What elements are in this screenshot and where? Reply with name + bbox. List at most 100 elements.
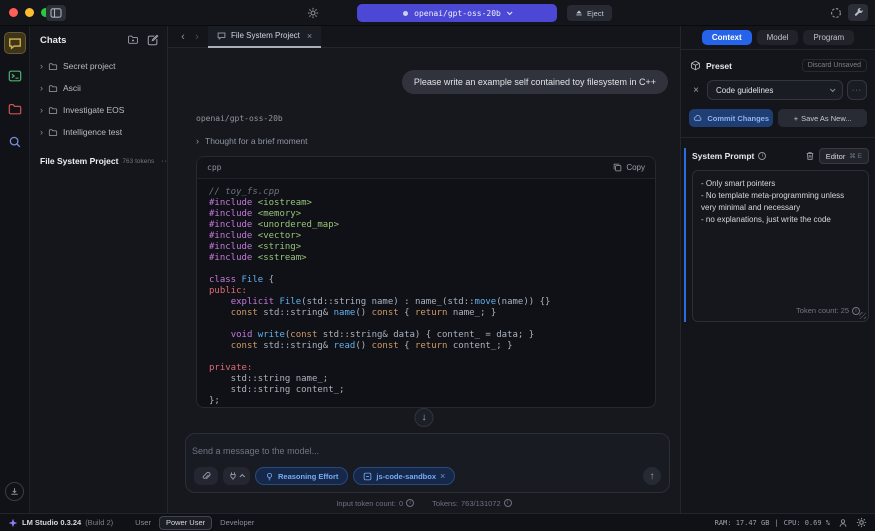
system-prompt-title: System Prompt	[692, 151, 754, 161]
lightbulb-icon	[265, 472, 274, 481]
wrench-tools-button[interactable]	[848, 4, 868, 21]
folder-label: Secret project	[63, 61, 115, 71]
sidebar-folder-investigate-eos[interactable]: › Investigate EOS	[36, 99, 161, 121]
lmstudio-logo-icon	[8, 518, 18, 528]
code-line: #include <iostream>	[209, 198, 643, 209]
sidebar-toggle-button[interactable]	[46, 5, 66, 21]
downloads-button[interactable]	[5, 482, 24, 501]
user-profile-icon[interactable]	[838, 518, 848, 528]
attach-file-button[interactable]	[194, 467, 218, 485]
nav-developer-button[interactable]	[4, 65, 26, 87]
remove-sandbox-icon[interactable]: ×	[440, 471, 445, 481]
chat-footer: Input token count: 0 i Tokens: 763/13107…	[168, 493, 680, 513]
copy-label: Copy	[626, 163, 645, 172]
system-prompt-footer: Token count: 25 i	[796, 306, 860, 315]
paperclip-icon	[201, 471, 211, 481]
info-icon: i	[758, 152, 766, 160]
tab-file-system-project[interactable]: File System Project ×	[208, 26, 321, 48]
save-as-new-button[interactable]: + Save As New...	[778, 109, 867, 127]
model-selector-label: openai/gpt-oss-20b	[414, 9, 501, 18]
code-line: class File {	[209, 275, 643, 286]
ram-usage: RAM: 17.47 GB	[715, 519, 770, 527]
thought-toggle[interactable]: › Thought for a brief moment	[196, 136, 668, 146]
settings-gear-icon[interactable]	[307, 7, 319, 19]
js-code-sandbox-pill[interactable]: js-code-sandbox ×	[353, 467, 455, 485]
plugins-button[interactable]	[223, 467, 250, 485]
message-input[interactable]	[192, 440, 663, 462]
new-chat-icon[interactable]	[147, 34, 159, 46]
system-prompt-header: System Prompt i Editor ⌘ E	[692, 148, 869, 164]
discard-unsaved-button[interactable]: Discard Unsaved	[802, 59, 867, 72]
tab-label: File System Project	[231, 31, 300, 40]
nav-back-icon[interactable]: ‹	[176, 31, 190, 43]
status-bar-right: RAM: 17.47 GB | CPU: 0.69 %	[715, 517, 867, 528]
terminal-icon	[8, 69, 22, 83]
chat-bubble-icon	[217, 31, 226, 40]
download-icon	[9, 486, 20, 497]
settings-gear-icon[interactable]	[856, 517, 867, 528]
trash-icon[interactable]	[805, 151, 815, 161]
model-selector[interactable]: openai/gpt-oss-20b	[357, 4, 557, 22]
scroll-to-bottom-button[interactable]: ↓	[415, 408, 434, 427]
preset-header: Preset Discard Unsaved	[681, 50, 875, 77]
minimize-window-button[interactable]	[25, 8, 34, 17]
editor-shortcut: ⌘ E	[849, 152, 862, 160]
resize-grip[interactable]	[859, 312, 866, 319]
chevron-down-icon	[507, 9, 513, 15]
sidebar-folder-ascii[interactable]: › Ascii	[36, 77, 161, 99]
eject-model-button[interactable]: Eject	[567, 5, 612, 21]
mode-power-user[interactable]: Power User	[159, 516, 212, 530]
send-message-button[interactable]: ↑	[643, 467, 661, 485]
save-as-new-label: Save As New...	[801, 114, 851, 123]
preset-select[interactable]: Code guidelines	[707, 80, 843, 100]
input-controls: Reasoning Effort js-code-sandbox × ↑	[194, 467, 661, 485]
code-line: #include <vector>	[209, 231, 643, 242]
user-mode-switch: User Power User Developer	[129, 516, 260, 530]
copy-code-button[interactable]: Copy	[613, 163, 645, 172]
code-line: public:	[209, 286, 643, 297]
assistant-model-name: openai/gpt-oss-20b	[196, 114, 668, 123]
mode-user[interactable]: User	[129, 517, 157, 529]
sandbox-icon	[363, 472, 372, 481]
message-list: Please write an example self contained t…	[168, 48, 680, 433]
eject-label: Eject	[587, 9, 604, 18]
nav-my-models-button[interactable]	[4, 98, 26, 120]
arrow-up-icon: ↑	[650, 471, 655, 482]
code-line: std::string name_;	[209, 374, 643, 385]
context-token-count: Tokens: 763/131072 i	[432, 499, 511, 508]
code-block: cpp Copy // toy_fs.cpp#include <iostream…	[196, 156, 656, 408]
system-prompt-text[interactable]: - Only smart pointers - No template meta…	[701, 178, 860, 226]
commit-changes-button[interactable]: Commit Changes	[689, 109, 773, 127]
nav-chat-button[interactable]	[4, 32, 26, 54]
input-token-value: 0	[399, 499, 403, 508]
tab-context[interactable]: Context	[702, 30, 752, 45]
plus-icon: +	[794, 114, 798, 123]
reasoning-effort-label: Reasoning Effort	[278, 472, 338, 481]
tab-program[interactable]: Program	[803, 30, 854, 45]
sidebar-item-file-system-project[interactable]: File System Project 763 tokens ···	[36, 149, 161, 173]
preset-more-button[interactable]: ···	[847, 80, 867, 100]
chat-tab-bar: ‹ › File System Project ×	[168, 26, 680, 48]
user-message: Please write an example self contained t…	[402, 70, 668, 94]
code-line: // toy_fs.cpp	[209, 187, 643, 198]
window-controls	[9, 8, 50, 17]
chat-folder-list: › Secret project › Ascii › Investigate E…	[30, 53, 167, 145]
nav-forward-icon[interactable]: ›	[190, 31, 204, 43]
editor-button[interactable]: Editor ⌘ E	[819, 148, 869, 164]
sandbox-label: js-code-sandbox	[376, 472, 436, 481]
mode-developer[interactable]: Developer	[214, 517, 260, 529]
close-window-button[interactable]	[9, 8, 18, 17]
tab-model[interactable]: Model	[757, 30, 799, 45]
dashed-circle-icon[interactable]	[830, 7, 842, 19]
close-tab-icon[interactable]: ×	[307, 31, 312, 41]
status-bar: LM Studio 0.3.24 (Build 2) User Power Us…	[0, 513, 875, 531]
clear-preset-icon[interactable]: ×	[689, 85, 703, 96]
folder-icon	[8, 102, 22, 116]
sidebar-folder-intelligence-test[interactable]: › Intelligence test	[36, 121, 161, 143]
reasoning-effort-pill[interactable]: Reasoning Effort	[255, 467, 348, 485]
chevron-right-icon: ›	[40, 128, 43, 137]
new-folder-icon[interactable]	[127, 34, 139, 46]
nav-discover-button[interactable]	[4, 131, 26, 153]
system-prompt-section: System Prompt i Editor ⌘ E - Only smart …	[684, 148, 869, 322]
sidebar-folder-secret-project[interactable]: › Secret project	[36, 55, 161, 77]
